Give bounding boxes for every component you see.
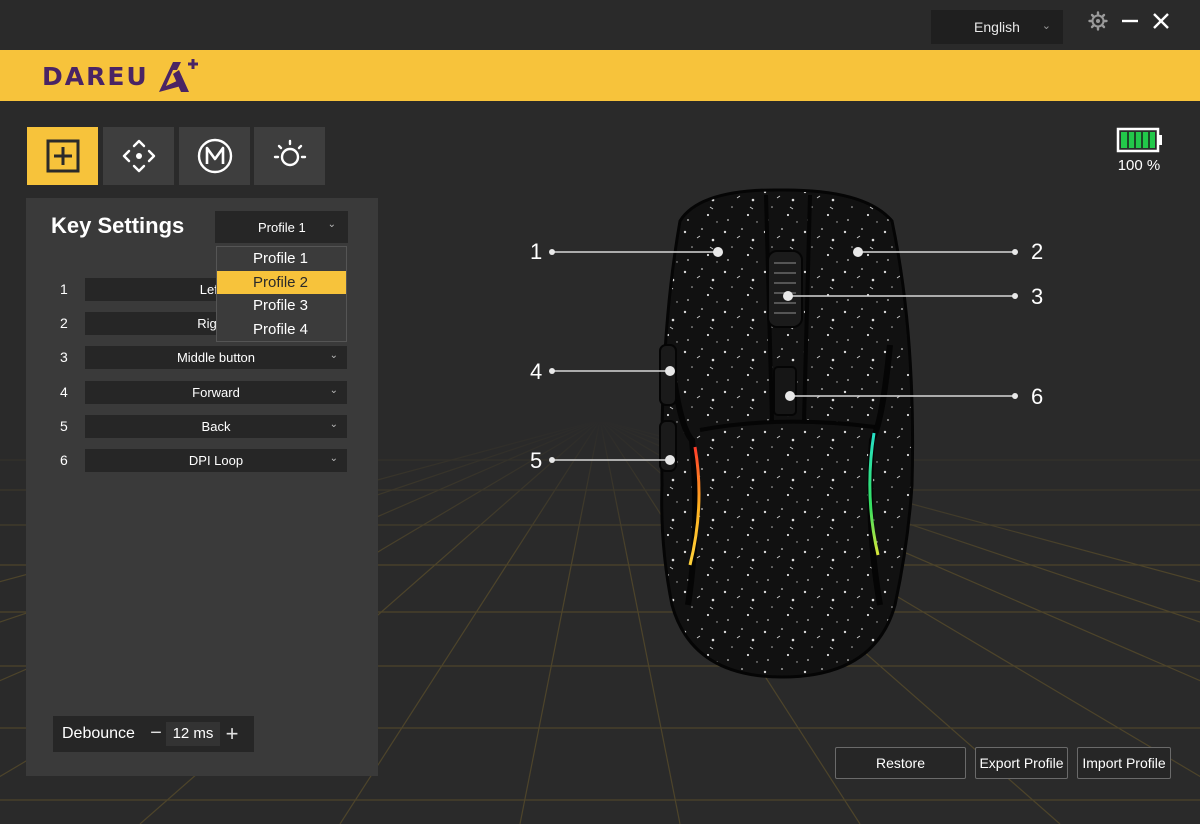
app-window: English ⌄ DAREU 100 % Key Settings Profi… [0, 0, 1200, 824]
callout-4: 4 [530, 359, 543, 384]
import-profile-button[interactable]: Import Profile [1077, 747, 1171, 779]
chevron-down-icon: ⌄ [329, 385, 338, 396]
chevron-down-icon: ⌄ [1041, 20, 1051, 32]
key-5-select[interactable]: Back ⌄ [85, 415, 347, 438]
language-select[interactable]: English ⌄ [931, 10, 1063, 44]
close-icon [1153, 13, 1169, 29]
sun-icon [273, 139, 306, 167]
key-row-3: 3 Middle button ⌄ [26, 346, 378, 370]
profile-option-3[interactable]: Profile 3 [217, 294, 346, 318]
language-value: English [974, 19, 1020, 35]
gear-icon [1088, 11, 1108, 31]
key-select-value: DPI Loop [188, 453, 244, 468]
callout-6: 6 [1031, 384, 1044, 409]
profile-select-value: Profile 1 [258, 219, 306, 235]
key-select-value: Forward [192, 385, 240, 400]
key-row-6: 6 DPI Loop ⌄ [26, 449, 378, 473]
tab-dpi[interactable] [103, 127, 174, 185]
key-number: 1 [60, 281, 68, 297]
key-select-value: Middle button [176, 350, 256, 365]
key-4-select[interactable]: Forward ⌄ [85, 381, 347, 404]
key-row-4: 4 Forward ⌄ [26, 381, 378, 405]
brand-bar: DAREU [0, 50, 1200, 101]
battery-icon [1116, 127, 1162, 153]
key-settings-panel: Key Settings Profile 1 ⌄ 1 Left b ⌄ 2 Ri… [26, 198, 378, 776]
chevron-down-icon: ⌄ [327, 219, 336, 230]
key-number: 5 [60, 418, 68, 434]
callout-2: 2 [1031, 239, 1044, 264]
key-number: 4 [60, 384, 68, 400]
title-bar: English ⌄ [0, 0, 1200, 50]
key-3-select[interactable]: Middle button ⌄ [85, 346, 347, 369]
key-6-select[interactable]: DPI Loop ⌄ [85, 449, 347, 472]
logo-text: DAREU [42, 61, 149, 91]
callout-1: 1 [530, 239, 543, 264]
restore-button[interactable]: Restore [835, 747, 966, 779]
tab-lighting[interactable] [254, 127, 325, 185]
settings-button[interactable] [1085, 8, 1111, 34]
tab-key-settings[interactable] [27, 127, 98, 185]
profile-option-4[interactable]: Profile 4 [217, 318, 346, 342]
key-number: 2 [60, 315, 68, 331]
profile-option-2[interactable]: Profile 2 [217, 270, 346, 294]
panel-title: Key Settings [51, 213, 185, 238]
debounce-value[interactable]: 12 ms [166, 722, 220, 746]
key-select-value: Back [201, 419, 231, 434]
minimize-icon [1122, 19, 1138, 23]
key-number: 3 [60, 349, 68, 365]
chevron-down-icon: ⌄ [329, 419, 338, 430]
battery-percent: 100 % [1117, 157, 1161, 174]
callout-3: 3 [1031, 284, 1044, 309]
minimize-button[interactable] [1117, 8, 1143, 34]
chevron-down-icon: ⌄ [329, 350, 338, 361]
profile-option-1[interactable]: Profile 1 [217, 247, 346, 271]
debounce-control: Debounce − 12 ms + [53, 716, 254, 752]
debounce-label: Debounce [62, 725, 135, 742]
profile-select[interactable]: Profile 1 ⌄ [215, 211, 348, 243]
logo-a-plus-icon [158, 59, 198, 92]
debounce-increase-button[interactable]: + [222, 721, 242, 747]
export-profile-button[interactable]: Export Profile [975, 747, 1068, 779]
dareu-logo: DAREU [42, 58, 203, 94]
battery-fill [1121, 132, 1155, 148]
key-number: 6 [60, 452, 68, 468]
move-arrows-icon [122, 139, 155, 173]
tab-macro[interactable] [179, 127, 250, 185]
close-button[interactable] [1148, 8, 1174, 34]
key-row-5: 5 Back ⌄ [26, 415, 378, 439]
profile-dropdown-menu: Profile 1 Profile 2 Profile 3 Profile 4 [216, 246, 347, 342]
debounce-decrease-button[interactable]: − [148, 722, 164, 745]
chevron-down-icon: ⌄ [329, 453, 338, 464]
macro-m-icon [197, 138, 232, 174]
callout-5: 5 [530, 448, 543, 473]
plus-square-icon [46, 139, 79, 173]
mouse-diagram [549, 188, 1018, 679]
